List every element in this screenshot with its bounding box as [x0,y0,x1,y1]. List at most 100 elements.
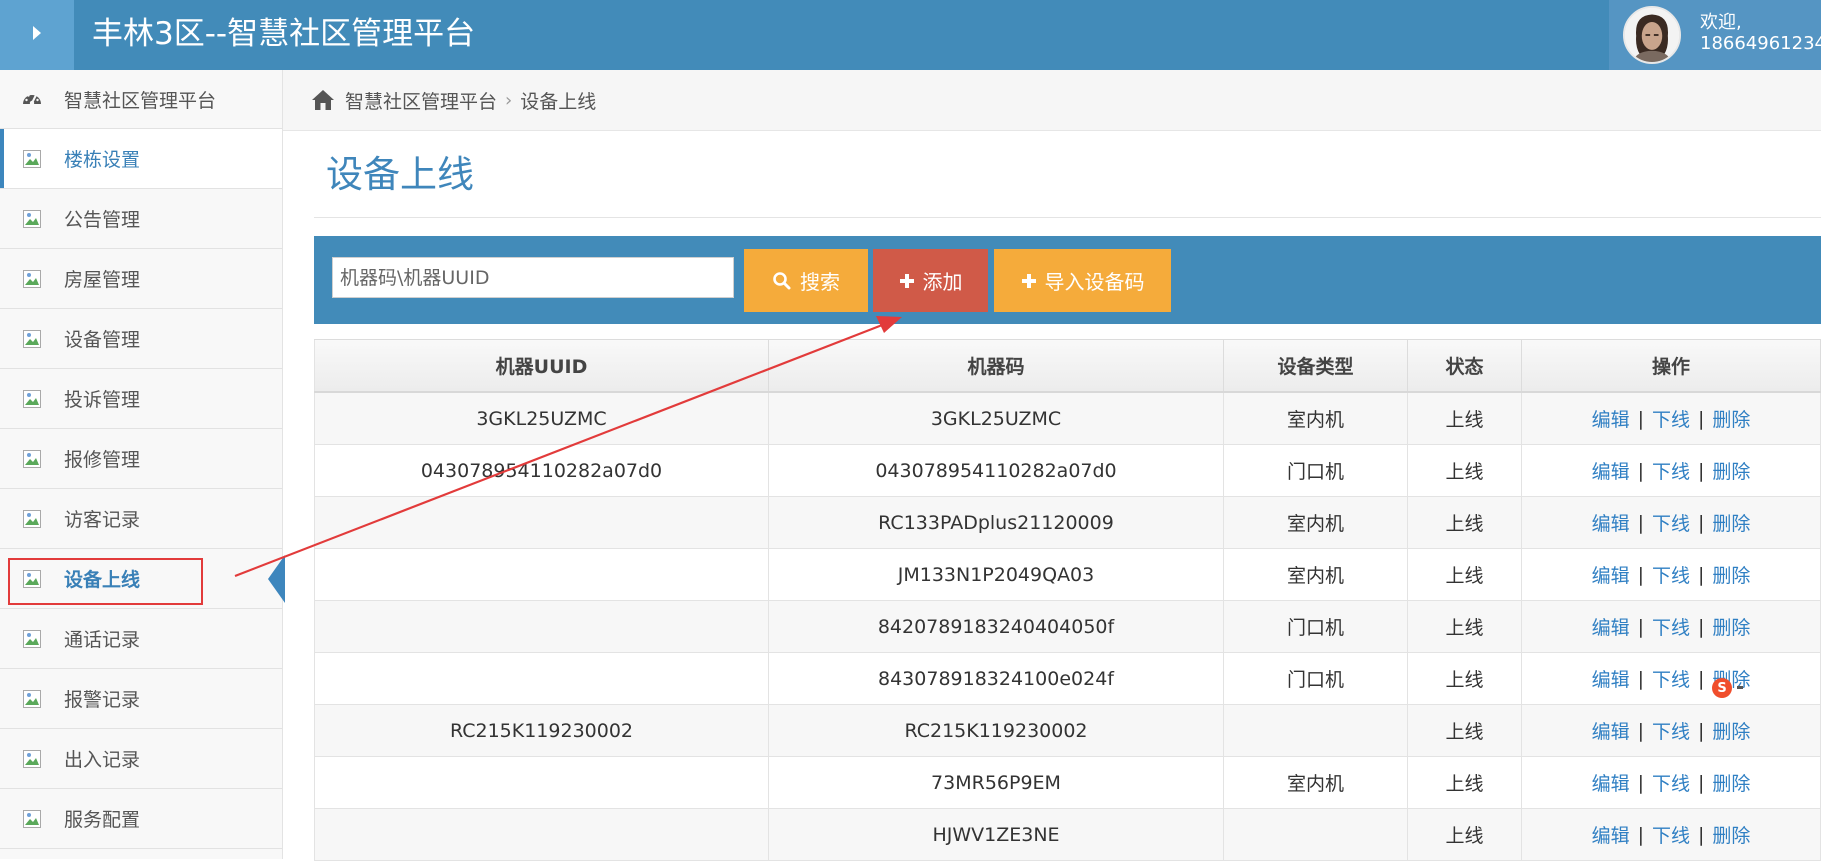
sidebar-item-visitors[interactable]: 访客记录 [0,489,282,549]
sidebar-item-announcements[interactable]: 公告管理 [0,189,282,249]
action-separator: | [1698,667,1705,690]
action-separator: | [1637,407,1644,430]
edit-link[interactable]: 编辑 [1592,821,1630,848]
broken-image-icon [21,688,43,710]
sidebar-item-repairs[interactable]: 报修管理 [0,429,282,489]
sidebar-item-label: 报警记录 [64,689,141,711]
cell-device-type: 室内机 [1224,497,1408,548]
delete-link[interactable]: 删除 [1712,509,1750,536]
action-separator: | [1698,459,1705,482]
offline-link[interactable]: 下线 [1652,665,1690,692]
offline-link[interactable]: 下线 [1652,405,1690,432]
edit-link[interactable]: 编辑 [1592,717,1630,744]
column-header-device-type[interactable]: 设备类型 [1224,340,1408,391]
cell-status: 上线 [1408,653,1522,704]
breadcrumb: 智慧社区管理平台 › 设备上线 [283,70,1821,131]
edit-link[interactable]: 编辑 [1592,665,1630,692]
sidebar-item-service-config[interactable]: 服务配置 [0,789,282,849]
edit-link[interactable]: 编辑 [1592,561,1630,588]
delete-link[interactable]: 删除 [1712,769,1750,796]
cell-machine-code: 843078918324100e024f [769,653,1224,704]
table-body: 3GKL25UZMC 3GKL25UZMC 室内机 上线 编辑 | 下线 | 删除 0430789… [314,393,1821,861]
delete-link[interactable]: 删除 [1712,561,1750,588]
column-header-uuid[interactable]: 机器UUID [314,340,769,391]
plus-icon [1021,273,1036,288]
cell-status: 上线 [1408,445,1522,496]
sidebar-item-houses[interactable]: 房屋管理 [0,249,282,309]
breadcrumb-home-link[interactable]: 智慧社区管理平台 [345,87,497,114]
search-input[interactable] [332,257,734,298]
sidebar-item-devices[interactable]: 设备管理 [0,309,282,369]
action-separator: | [1637,511,1644,534]
cell-status: 上线 [1408,601,1522,652]
welcome-greeting: 欢迎, [1700,12,1742,33]
edit-link[interactable]: 编辑 [1592,457,1630,484]
cell-uuid [314,601,769,652]
cell-actions: 编辑 | 下线 | 删除 [1522,393,1821,444]
delete-link[interactable]: 删除 [1712,613,1750,640]
sidebar-item-device-online[interactable]: 设备上线 [0,549,282,609]
cell-actions: 编辑 | 下线 | 删除 [1522,653,1821,704]
edit-link[interactable]: 编辑 [1592,405,1630,432]
add-button[interactable]: 添加 [873,249,988,312]
floating-badge-icon[interactable]: S [1712,678,1732,698]
cell-machine-code: HJWV1ZE3NE [769,809,1224,860]
action-separator: | [1698,771,1705,794]
offline-link[interactable]: 下线 [1652,457,1690,484]
cell-status: 上线 [1408,497,1522,548]
sidebar-item-complaints[interactable]: 投诉管理 [0,369,282,429]
broken-image-icon [21,388,43,410]
delete-link[interactable]: 删除 [1712,821,1750,848]
device-table: 机器UUID 机器码 设备类型 状态 操作 3GKL25UZMC 3GKL25UZ… [314,339,1821,861]
cell-status: 上线 [1408,549,1522,600]
sidebar-item-call-records[interactable]: 通话记录 [0,609,282,669]
broken-image-icon [21,808,43,830]
offline-link[interactable]: 下线 [1652,821,1690,848]
sidebar-item-label: 智慧社区管理平台 [64,89,217,112]
import-device-codes-button[interactable]: 导入设备码 [994,249,1171,312]
broken-image-icon [21,748,43,770]
action-separator: | [1698,407,1705,430]
delete-link[interactable]: 删除 [1712,717,1750,744]
delete-link[interactable]: 删除 [1712,457,1750,484]
action-separator: | [1698,615,1705,638]
cell-device-type: 室内机 [1224,393,1408,444]
offline-link[interactable]: 下线 [1652,561,1690,588]
sidebar-item-alarm-records[interactable]: 报警记录 [0,669,282,729]
cell-status: 上线 [1408,705,1522,756]
sidebar-item-label: 报修管理 [64,449,141,471]
sidebar-toggle-button[interactable] [0,0,74,70]
edit-link[interactable]: 编辑 [1592,613,1630,640]
cell-device-type [1224,705,1408,756]
edit-link[interactable]: 编辑 [1592,769,1630,796]
home-icon[interactable] [311,89,335,111]
cell-device-type: 门口机 [1224,601,1408,652]
sidebar-item-building-settings[interactable]: 楼栋设置 [0,129,282,189]
column-header-machine-code[interactable]: 机器码 [769,340,1224,391]
offline-link[interactable]: 下线 [1652,613,1690,640]
search-toolbar: 搜索 添加 导入设备码 [314,236,1821,324]
avatar[interactable] [1623,6,1681,64]
action-separator: | [1637,563,1644,586]
offline-link[interactable]: 下线 [1652,509,1690,536]
cell-uuid: 3GKL25UZMC [314,393,769,444]
sidebar-item-dashboard[interactable]: 智慧社区管理平台 [0,70,282,129]
edit-link[interactable]: 编辑 [1592,509,1630,536]
broken-image-icon [21,268,43,290]
cell-uuid [314,653,769,704]
column-header-status[interactable]: 状态 [1408,340,1522,391]
cell-machine-code: JM133N1P2049QA03 [769,549,1224,600]
action-separator: | [1698,511,1705,534]
user-area[interactable]: 欢迎, 18664961234 [1609,0,1821,70]
cell-device-type: 室内机 [1224,549,1408,600]
search-button[interactable]: 搜索 [744,249,868,312]
top-bar: 丰林3区--智慧社区管理平台 欢迎, 18664961234 [0,0,1821,70]
delete-link[interactable]: 删除 [1712,405,1750,432]
cell-device-type [1224,809,1408,860]
dashboard-icon [21,88,43,110]
offline-link[interactable]: 下线 [1652,717,1690,744]
cell-machine-code: RC133PADplus21120009 [769,497,1224,548]
sidebar-item-access-records[interactable]: 出入记录 [0,729,282,789]
action-separator: | [1637,667,1644,690]
offline-link[interactable]: 下线 [1652,769,1690,796]
